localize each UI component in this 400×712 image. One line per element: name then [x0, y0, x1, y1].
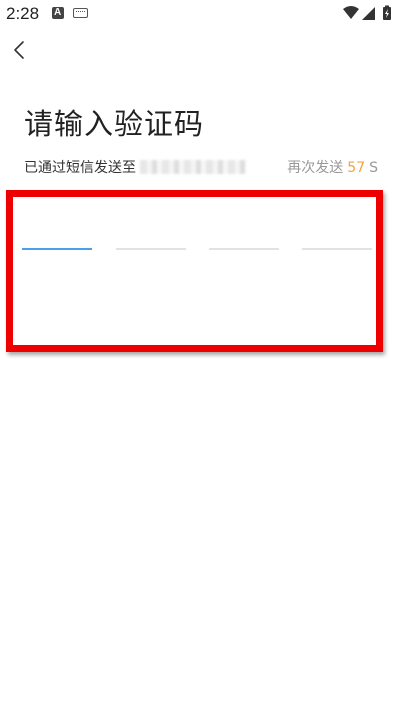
status-bar: 2:28 A [0, 0, 400, 28]
signal-icon [362, 7, 375, 20]
a-notification-icon: A [52, 7, 64, 19]
highlight-box [6, 190, 383, 352]
resend-countdown-unit: S [369, 160, 378, 176]
system-icons [342, 5, 394, 21]
chevron-left-icon [14, 41, 24, 59]
status-time: 2:28 [6, 4, 40, 23]
page-title: 请输入验证码 [24, 107, 205, 141]
back-button[interactable] [6, 36, 34, 64]
wifi-icon [343, 6, 359, 19]
masked-phone-number [140, 160, 246, 174]
system-status-icons [343, 5, 391, 20]
resend-label: 再次发送 [287, 160, 344, 176]
resend-countdown-value: 57 [347, 160, 366, 176]
verification-code-screen: 2:28 A 请输入验证码 已通过短信发送至 再次发送 57 S [0, 0, 400, 712]
keyboard-icon [73, 8, 88, 18]
resend-countdown[interactable]: 再次发送 57 S [287, 157, 378, 177]
sms-sent-info: 已通过短信发送至 [24, 160, 136, 176]
battery-charging-icon [383, 5, 391, 20]
